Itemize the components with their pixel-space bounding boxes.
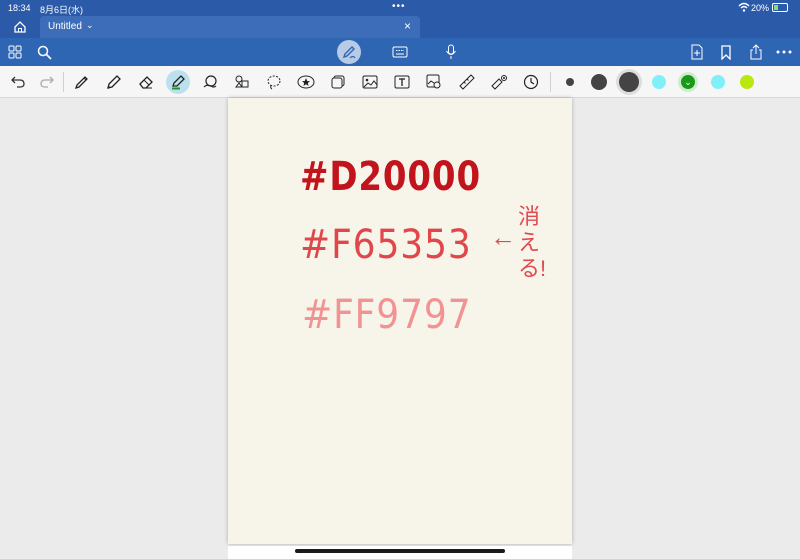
notebook-page[interactable]: #D20000 #F65353 #FF9797 ← 消える! — [228, 98, 572, 544]
document-tab-title: Untitled — [48, 21, 82, 32]
image-tool-icon[interactable] — [361, 73, 379, 91]
home-indicator[interactable] — [295, 549, 505, 553]
handwritten-line-2: #F65353 — [300, 222, 472, 268]
redo-icon[interactable] — [38, 73, 56, 91]
bookmark-icon[interactable] — [717, 43, 735, 61]
pencil-tool-icon[interactable] — [105, 73, 123, 91]
shape-tool-icon[interactable] — [201, 73, 219, 91]
battery-percent: 20% — [751, 3, 770, 13]
color-lime-swatch[interactable] — [740, 75, 754, 89]
main-toolbar — [0, 38, 800, 66]
handwritten-arrow: ← — [490, 222, 516, 252]
document-tab[interactable]: Untitled ⌄ × — [40, 16, 420, 38]
multitask-dots-icon[interactable]: ••• — [392, 1, 406, 12]
share-icon[interactable] — [747, 43, 765, 61]
status-date: 8月6日(水) — [40, 5, 84, 15]
status-time: 18:34 — [8, 3, 31, 13]
pen-size-small-swatch[interactable] — [566, 78, 574, 86]
timer-icon[interactable] — [522, 73, 540, 91]
grid-icon[interactable] — [6, 43, 24, 61]
pen-tool-icon[interactable] — [73, 73, 91, 91]
home-icon[interactable] — [12, 19, 28, 35]
favorite-tool-icon[interactable] — [297, 73, 315, 91]
color-light-cyan-swatch[interactable] — [711, 75, 725, 89]
pen-size-medium-swatch[interactable] — [591, 74, 607, 90]
divider — [550, 72, 551, 92]
handwritten-note: 消える! — [514, 204, 547, 282]
pen-mode-icon[interactable] — [340, 43, 358, 61]
handwritten-note-text: 消える! — [518, 204, 547, 281]
add-page-icon[interactable] — [688, 43, 706, 61]
status-bar: 18:34 8月6日(水) ••• 20% — [0, 0, 800, 16]
laser-tool-icon[interactable] — [490, 73, 508, 91]
pen-size-large-swatch[interactable] — [619, 72, 639, 92]
highlighter-tool-icon[interactable] — [166, 70, 190, 94]
lasso-tool-icon[interactable] — [265, 73, 283, 91]
close-tab-icon[interactable]: × — [404, 19, 411, 33]
ruler-tool-icon[interactable] — [458, 73, 476, 91]
divider — [63, 72, 64, 92]
battery-icon — [772, 3, 788, 12]
tools-bar: ⌄ — [0, 66, 800, 98]
element-tool-icon[interactable] — [329, 73, 347, 91]
sticker-tool-icon[interactable] — [233, 73, 251, 91]
tab-bar: Untitled ⌄ × — [0, 16, 800, 38]
undo-icon[interactable] — [9, 73, 27, 91]
handwritten-line-1: #D20000 — [300, 154, 481, 200]
color-cyan-swatch[interactable] — [652, 75, 666, 89]
wifi-icon — [738, 2, 750, 12]
keyboard-icon[interactable] — [391, 43, 409, 61]
color-green-swatch[interactable]: ⌄ — [681, 75, 695, 89]
handwritten-line-3: #FF9797 — [302, 292, 472, 338]
eraser-tool-icon[interactable] — [137, 73, 155, 91]
more-icon[interactable] — [775, 43, 793, 61]
textbox-tool-icon[interactable] — [393, 73, 411, 91]
camera-tool-icon[interactable] — [425, 73, 443, 91]
chevron-down-icon[interactable]: ⌄ — [86, 20, 94, 31]
microphone-icon[interactable] — [442, 43, 460, 61]
search-icon[interactable] — [35, 43, 53, 61]
